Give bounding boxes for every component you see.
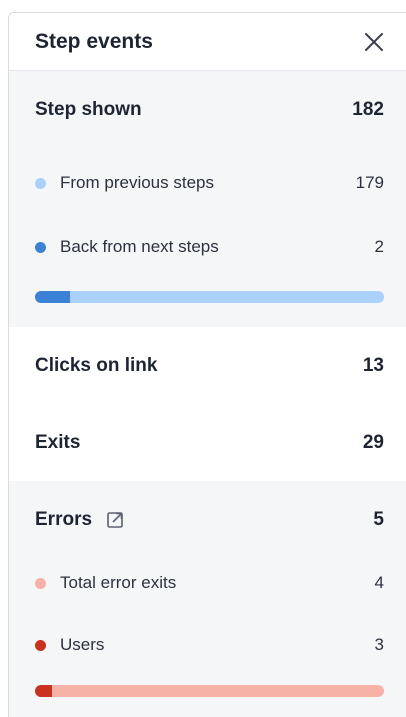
clicks-on-link-label: Clicks on link	[35, 355, 158, 376]
close-icon[interactable]	[362, 30, 386, 54]
step-shown-progress-bar	[35, 291, 384, 303]
legend-dot	[35, 241, 46, 253]
clicks-exits-section: Clicks on link 13 Exits 29	[9, 327, 406, 481]
step-shown-section: Step shown 182 From previous steps 179 B…	[9, 71, 406, 327]
exits-label: Exits	[35, 432, 81, 453]
errors-section: Errors 5 Total error exits 4 Users 3	[9, 481, 406, 717]
list-item: Back from next steps 2	[9, 217, 406, 277]
exits-row: Exits 29	[9, 405, 406, 481]
legend-dot	[35, 577, 46, 589]
panel-header: Step events	[9, 13, 406, 71]
back-from-next-steps-value: 2	[374, 237, 384, 256]
legend-dot	[35, 639, 46, 651]
back-from-next-steps-label: Back from next steps	[60, 237, 219, 256]
step-shown-value: 182	[352, 99, 384, 120]
users-label: Users	[60, 635, 105, 654]
panel-title: Step events	[35, 29, 153, 53]
errors-label: Errors	[35, 509, 93, 530]
from-previous-steps-value: 179	[355, 173, 384, 192]
errors-row: Errors 5	[9, 481, 406, 559]
legend-dot	[35, 177, 46, 189]
external-link-icon[interactable]	[106, 511, 124, 529]
bar-primary-segment	[35, 291, 70, 303]
clicks-on-link-row: Clicks on link 13	[9, 327, 406, 405]
step-shown-bar-wrap	[9, 277, 406, 303]
total-error-exits-label: Total error exits	[60, 573, 177, 592]
from-previous-steps-label: From previous steps	[60, 173, 214, 192]
step-events-panel: Step events Step shown 182 From previous…	[8, 12, 406, 717]
clicks-on-link-value: 13	[362, 355, 384, 376]
list-item: Users 3	[9, 607, 406, 683]
list-item: Total error exits 4	[9, 559, 406, 607]
list-item: From previous steps 179	[9, 149, 406, 217]
step-shown-row: Step shown 182	[9, 71, 406, 149]
bar-secondary-segment	[69, 291, 384, 303]
errors-bar-wrap	[9, 683, 406, 697]
exits-value: 29	[362, 432, 384, 453]
step-shown-label: Step shown	[35, 99, 142, 120]
total-error-exits-value: 4	[374, 573, 384, 592]
bar-primary-segment	[35, 685, 53, 697]
users-value: 3	[374, 635, 384, 654]
bar-secondary-segment	[52, 685, 384, 697]
errors-progress-bar	[35, 685, 384, 697]
errors-value: 5	[373, 509, 384, 530]
